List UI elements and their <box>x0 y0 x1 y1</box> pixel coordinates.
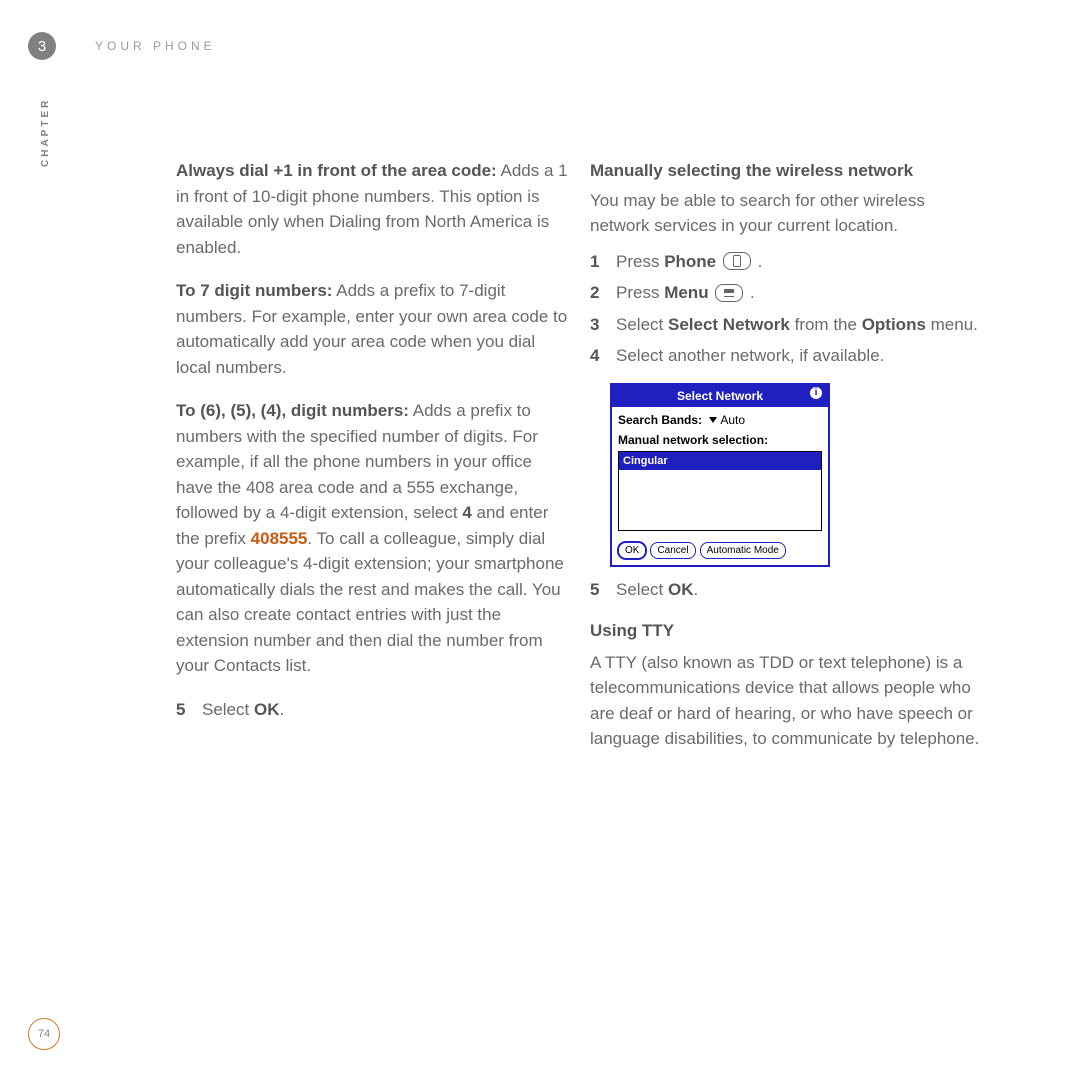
chapter-title: YOUR PHONE <box>95 39 216 53</box>
intro-text: You may be able to search for other wire… <box>590 188 982 239</box>
tty-paragraph: A TTY (also known as TDD or text telepho… <box>590 650 982 752</box>
body-text: menu. <box>926 315 978 334</box>
inline-bold-4: 4 <box>462 503 471 522</box>
bold-label: To (6), (5), (4), digit numbers: <box>176 401 409 420</box>
right-step-5: 5 Select OK. <box>590 577 982 603</box>
mock-automatic-mode-button[interactable]: Automatic Mode <box>700 542 786 559</box>
right-column: Manually selecting the wireless network … <box>590 158 982 770</box>
body-text: Select <box>202 700 254 719</box>
step-text: Select Select Network from the Options m… <box>616 312 982 338</box>
paragraph-7-digit: To 7 digit numbers: Adds a prefix to 7-d… <box>176 278 568 380</box>
body-text: . <box>693 580 698 599</box>
right-step-4: 4 Select another network, if available. <box>590 343 982 369</box>
page-number: 74 <box>38 1028 50 1040</box>
step-text: Select another network, if available. <box>616 343 982 369</box>
bold-label: To 7 digit numbers: <box>176 281 332 300</box>
phone-key-icon <box>723 252 751 270</box>
step-number: 5 <box>176 697 190 723</box>
mock-row-search-bands: Search Bands: Auto <box>618 411 822 429</box>
inline-prefix-408555: 408555 <box>251 529 308 548</box>
step-number: 1 <box>590 249 604 275</box>
chapter-side-label: CHAPTER <box>40 98 51 167</box>
heading-using-tty: Using TTY <box>590 618 982 644</box>
right-step-1: 1 Press Phone . <box>590 249 982 275</box>
inline-bold-phone: Phone <box>664 252 716 271</box>
body-text: Select <box>616 580 668 599</box>
left-column: Always dial +1 in front of the area code… <box>176 158 568 728</box>
mock-label: Search Bands: <box>618 413 702 427</box>
step-text: Select OK. <box>616 577 982 603</box>
step-text: Select OK. <box>202 697 568 723</box>
body-text: Press <box>616 283 664 302</box>
mock-network-selected[interactable]: Cingular <box>619 452 821 471</box>
paragraph-654-digit: To (6), (5), (4), digit numbers: Adds a … <box>176 398 568 679</box>
bold-label: Always dial +1 in front of the area code… <box>176 161 497 180</box>
inline-bold-ok: OK <box>668 580 694 599</box>
inline-bold-options: Options <box>862 315 926 334</box>
step-number: 3 <box>590 312 604 338</box>
mock-body: Search Bands: Auto Manual network select… <box>612 407 828 537</box>
body-text: from the <box>790 315 862 334</box>
mock-ok-button[interactable]: OK <box>618 542 646 559</box>
body-text: Select <box>616 315 668 334</box>
chapter-number-badge: 3 <box>28 32 56 60</box>
step-number: 5 <box>590 577 604 603</box>
body-text: . <box>753 252 762 271</box>
page-number-badge: 74 <box>28 1018 60 1050</box>
mock-dropdown-value: Auto <box>720 413 745 427</box>
inline-bold-select-network: Select Network <box>668 315 790 334</box>
info-icon[interactable]: i <box>810 387 822 399</box>
mock-row-manual-label: Manual network selection: <box>618 431 822 449</box>
mock-title-text: Select Network <box>677 389 763 403</box>
right-step-3: 3 Select Select Network from the Options… <box>590 312 982 338</box>
body-text: . <box>745 283 754 302</box>
body-text: . <box>279 700 284 719</box>
select-network-screenshot: Select Network i Search Bands: Auto Manu… <box>610 383 830 567</box>
chapter-number: 3 <box>38 38 46 55</box>
right-step-2: 2 Press Menu . <box>590 280 982 306</box>
body-text: . To call a colleague, simply dial your … <box>176 529 564 676</box>
heading-manual-network: Manually selecting the wireless network <box>590 158 982 184</box>
paragraph-always-dial: Always dial +1 in front of the area code… <box>176 158 568 260</box>
body-text: Press <box>616 252 664 271</box>
mock-titlebar: Select Network i <box>612 385 828 407</box>
menu-key-icon <box>715 284 743 302</box>
step-text: Press Phone . <box>616 249 982 275</box>
mock-dropdown-search-bands[interactable]: Auto <box>709 411 745 429</box>
step-number: 2 <box>590 280 604 306</box>
step-text: Press Menu . <box>616 280 982 306</box>
chevron-down-icon <box>709 417 717 423</box>
inline-bold-menu: Menu <box>664 283 708 302</box>
mock-button-row: OK Cancel Automatic Mode <box>612 537 828 565</box>
left-step-5: 5 Select OK. <box>176 697 568 723</box>
inline-bold-ok: OK <box>254 700 280 719</box>
mock-cancel-button[interactable]: Cancel <box>650 542 695 559</box>
mock-network-list[interactable]: Cingular <box>618 451 822 531</box>
step-number: 4 <box>590 343 604 369</box>
